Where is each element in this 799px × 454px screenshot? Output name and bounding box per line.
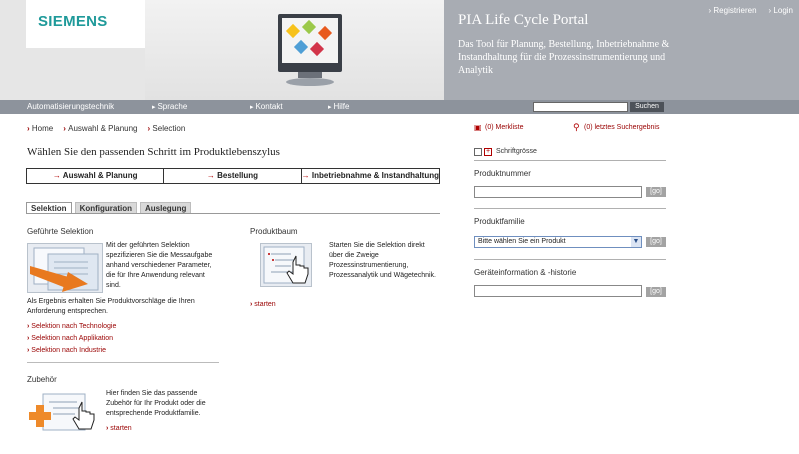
accessories-title: Zubehör bbox=[27, 375, 57, 384]
product-tree-description: Starten Sie die Selektion direkt über di… bbox=[329, 242, 436, 279]
accessories-start-link[interactable]: starten bbox=[106, 425, 131, 432]
logo-box: SIEMENS bbox=[26, 0, 146, 48]
tab-divider bbox=[26, 213, 440, 214]
page-title: Wählen Sie den passenden Schritt im Prod… bbox=[27, 146, 280, 158]
breadcrumb-auswahl[interactable]: Auswahl & Planung bbox=[63, 124, 137, 133]
product-family-label: Produktfamilie bbox=[474, 217, 525, 226]
step-auswahl-planung[interactable]: Auswahl & Planung bbox=[27, 169, 165, 183]
lifecycle-steps: Auswahl & Planung Bestellung Inbetriebna… bbox=[26, 168, 440, 184]
breadcrumb: Home Auswahl & Planung Selection bbox=[27, 124, 185, 133]
tile-red-icon bbox=[309, 41, 325, 57]
last-search-results-link[interactable]: (0) letztes Suchergebnis bbox=[584, 124, 659, 131]
register-link[interactable]: Registrieren bbox=[709, 6, 756, 15]
section-divider bbox=[27, 362, 219, 363]
monitor-foot bbox=[286, 78, 334, 86]
title-panel: PIA Life Cycle Portal Das Tool für Planu… bbox=[444, 0, 799, 100]
accessories-thumbnail bbox=[27, 392, 99, 440]
tile-yellow-icon bbox=[285, 23, 301, 39]
guided-selection-title: Geführte Selektion bbox=[27, 227, 94, 236]
font-size-decrease-icon[interactable] bbox=[474, 148, 482, 156]
font-size-label: Schriftgrösse bbox=[496, 148, 537, 155]
product-number-label: Produktnummer bbox=[474, 169, 531, 178]
tile-blue-icon bbox=[293, 39, 309, 55]
siemens-logo[interactable]: SIEMENS bbox=[38, 13, 108, 30]
product-tree-thumbnail bbox=[260, 243, 312, 287]
watchlist-icon: ▣ bbox=[474, 123, 482, 132]
watchlist-link[interactable]: (0) Merkliste bbox=[485, 124, 524, 131]
device-info-go-button[interactable]: [go] bbox=[646, 287, 666, 297]
guided-selection-arrow-icon bbox=[30, 247, 99, 292]
nav-item-sprache[interactable]: Sprache bbox=[152, 102, 187, 111]
product-number-input[interactable] bbox=[474, 186, 642, 198]
link-selektion-applikation[interactable]: Selektion nach Applikation bbox=[27, 335, 113, 342]
right-panel-divider bbox=[474, 160, 666, 161]
right-panel-divider bbox=[474, 259, 666, 260]
portal-title: PIA Life Cycle Portal bbox=[458, 12, 589, 28]
guided-selection-thumbnail bbox=[27, 243, 103, 293]
font-size-increase-icon[interactable]: + bbox=[484, 148, 492, 156]
header: SIEMENS PIA Life Cycle Portal Das Tool f… bbox=[0, 0, 799, 100]
nav-item-hilfe[interactable]: Hilfe bbox=[328, 102, 349, 111]
accessories-description: Hier finden Sie das passende Zubehör für… bbox=[106, 390, 206, 417]
step-bestellung[interactable]: Bestellung bbox=[164, 169, 302, 183]
product-number-go-button[interactable]: [go] bbox=[646, 187, 666, 197]
device-info-label: Geräteinformation & -historie bbox=[474, 268, 577, 277]
link-selektion-industrie[interactable]: Selektion nach Industrie bbox=[27, 347, 106, 354]
nav-item-automatisierungstechnik[interactable]: Automatisierungstechnik bbox=[27, 102, 114, 111]
step-inbetriebnahme[interactable]: Inbetriebnahme & Instandhaltung bbox=[302, 169, 439, 183]
monitor-screen bbox=[282, 18, 338, 63]
hand-pointer-icon bbox=[263, 246, 309, 284]
breadcrumb-home[interactable]: Home bbox=[27, 124, 53, 133]
search-results-icon: ⚲ bbox=[573, 122, 580, 132]
monitor-icon bbox=[278, 14, 342, 72]
tile-green-icon bbox=[301, 19, 317, 35]
product-family-go-button[interactable]: [go] bbox=[646, 237, 666, 247]
guided-selection-description: Mit der geführten Selektion spezifiziere… bbox=[106, 242, 213, 289]
search-button[interactable]: Suchen bbox=[630, 102, 664, 112]
product-family-select[interactable]: Bitte wählen Sie ein Produkt ▼ bbox=[474, 236, 642, 248]
device-info-input[interactable] bbox=[474, 285, 642, 297]
product-tree-title: Produktbaum bbox=[250, 227, 298, 236]
breadcrumb-selection: Selection bbox=[148, 124, 185, 133]
portal-subtitle: Das Tool für Planung, Bestellung, Inbetr… bbox=[458, 39, 670, 76]
accessories-puzzle-icon bbox=[29, 393, 95, 431]
login-link[interactable]: Login bbox=[769, 6, 793, 15]
search-input[interactable] bbox=[533, 102, 628, 112]
hero-image bbox=[145, 0, 445, 100]
guided-selection-description-cont: Als Ergebnis erhalten Sie Produktvorschl… bbox=[27, 298, 195, 315]
top-links: Registrieren Login bbox=[709, 6, 793, 15]
nav-bar: Automatisierungstechnik Sprache Kontakt … bbox=[0, 100, 799, 114]
product-family-selected-value: Bitte wählen Sie ein Produkt bbox=[478, 238, 566, 245]
chevron-down-icon: ▼ bbox=[631, 237, 641, 247]
nav-item-kontakt[interactable]: Kontakt bbox=[250, 102, 282, 111]
product-tree-start-link[interactable]: starten bbox=[250, 301, 275, 308]
link-selektion-technologie[interactable]: Selektion nach Technologie bbox=[27, 323, 116, 330]
right-panel-divider bbox=[474, 208, 666, 209]
tile-orange-icon bbox=[317, 25, 333, 41]
